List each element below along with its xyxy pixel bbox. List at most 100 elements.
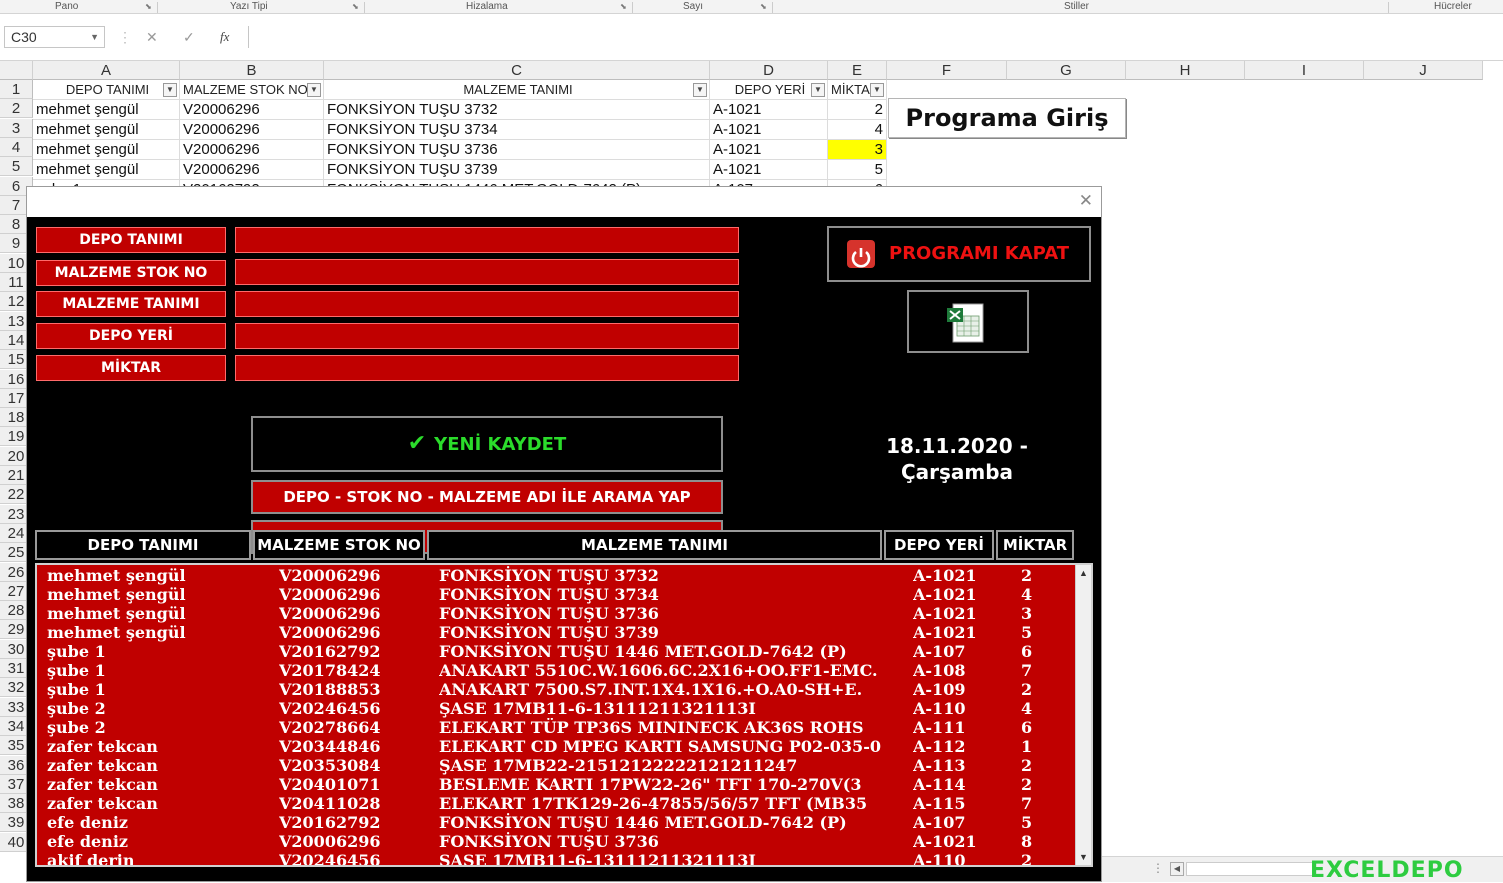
scroll-up-icon[interactable]: ▲ <box>1076 565 1091 581</box>
list-item[interactable]: zafer tekcan V20344846 ELEKART CD MPEG KAR… <box>37 737 1077 756</box>
grid-cell[interactable]: FONKSİYON TUŞU 3732 <box>324 100 710 120</box>
filter-dropdown-icon[interactable]: ▼ <box>163 83 177 97</box>
more-options-icon[interactable]: ⋮ <box>1152 861 1164 875</box>
list-item-cell: 4 <box>1021 585 1033 604</box>
dialog-launcher-icon[interactable]: ⬊ <box>352 2 359 11</box>
dialog-launcher-icon[interactable]: ⬊ <box>760 2 767 11</box>
header-cell-miktar[interactable]: MİKTAR ▼ <box>828 80 887 100</box>
list-item-cell: V20162792 <box>279 813 381 832</box>
list-item[interactable]: şube 1 V20178424 ANAKART 5510C.W.1606.6C.2… <box>37 661 1077 680</box>
column-header-e[interactable]: E <box>828 61 887 80</box>
textbox-depo-yeri[interactable] <box>235 323 739 349</box>
list-item[interactable]: mehmet şengül V20006296 FONKSİYON TUŞU 373… <box>37 623 1077 642</box>
header-cell-tanim[interactable]: MALZEME TANIMI ▼ <box>324 80 710 100</box>
listbox-scrollbar[interactable]: ▲ ▼ <box>1075 565 1091 865</box>
grid-cell[interactable]: V20006296 <box>180 160 324 180</box>
search-button[interactable]: DEPO - STOK NO - MALZEME ADI İLE ARAMA Y… <box>251 480 723 514</box>
row-header[interactable]: 1 <box>0 80 33 99</box>
filter-dropdown-icon[interactable]: ▼ <box>811 83 825 97</box>
scroll-left-icon[interactable]: ◀ <box>1170 862 1184 876</box>
chevron-down-icon[interactable]: ▼ <box>90 27 99 47</box>
grid-cell[interactable]: mehmet şengül <box>33 100 180 120</box>
row-header[interactable]: 4 <box>0 137 33 157</box>
list-item[interactable]: zafer tekcan V20353084 ŞASE 17MB22-2151212… <box>37 756 1077 775</box>
ribbon-separator <box>157 2 158 13</box>
column-header-c[interactable]: C <box>324 61 710 80</box>
list-item-cell: 5 <box>1021 623 1033 642</box>
grid-cell[interactable]: A-1021 <box>710 140 828 160</box>
row-header[interactable]: 5 <box>0 157 33 177</box>
header-cell-depo[interactable]: DEPO TANIMI ▼ <box>33 80 180 100</box>
grid-cell[interactable]: FONKSİYON TUŞU 3739 <box>324 160 710 180</box>
grid-cell[interactable]: A-1021 <box>710 100 828 120</box>
enter-icon[interactable]: ✓ <box>183 26 195 48</box>
close-icon[interactable]: ✕ <box>1079 191 1093 211</box>
grid-cell[interactable]: FONKSİYON TUŞU 3734 <box>324 120 710 140</box>
column-header-d[interactable]: D <box>710 61 828 80</box>
list-item[interactable]: efe deniz V20162792 FONKSİYON TUŞU 1446 ME… <box>37 813 1077 832</box>
list-item-cell: ANAKART 5510C.W.1606.6C.2X16+OO.FF1-EMC. <box>439 661 878 680</box>
scroll-thumb[interactable] <box>1186 862 1316 876</box>
column-header-a[interactable]: A <box>33 61 180 80</box>
grid-cell[interactable]: V20006296 <box>180 140 324 160</box>
grid-cell[interactable]: 2 <box>828 100 887 120</box>
list-item[interactable]: mehmet şengül V20006296 FONKSİYON TUŞU 373… <box>37 566 1077 585</box>
list-item[interactable]: mehmet şengül V20006296 FONKSİYON TUŞU 373… <box>37 604 1077 623</box>
column-header-g[interactable]: G <box>1007 61 1126 80</box>
list-item-cell: zafer tekcan <box>47 775 158 794</box>
grid-cell[interactable]: 5 <box>828 160 887 180</box>
textbox-malzeme-tanimi[interactable] <box>235 291 739 317</box>
filter-dropdown-icon[interactable]: ▼ <box>307 83 321 97</box>
dialog-launcher-icon[interactable]: ⬊ <box>145 2 152 11</box>
row-header[interactable]: 2 <box>0 99 33 119</box>
row-header[interactable]: 3 <box>0 118 33 138</box>
header-cell-stok[interactable]: MALZEME STOK NO ▼ <box>180 80 324 100</box>
list-item[interactable]: zafer tekcan V20401071 BESLEME KARTI 17PW2… <box>37 775 1077 794</box>
grid-cell[interactable]: V20006296 <box>180 120 324 140</box>
list-item[interactable]: efe deniz V20006296 FONKSİYON TUŞU 3736 A-1… <box>37 832 1077 851</box>
grid-cell[interactable]: A-1021 <box>710 120 828 140</box>
list-item-cell: 5 <box>1021 813 1033 832</box>
list-item[interactable]: şube 1 V20188853 ANAKART 7500.S7.INT.1X4.1… <box>37 680 1077 699</box>
list-item[interactable]: akif derin V20246456 ŞASE 17MB11-6-1311121… <box>37 851 1077 865</box>
excel-export-button[interactable] <box>907 290 1029 353</box>
column-header-b[interactable]: B <box>180 61 324 80</box>
select-all-corner[interactable] <box>0 61 33 80</box>
list-item[interactable]: şube 1 V20162792 FONKSİYON TUŞU 1446 MET.G… <box>37 642 1077 661</box>
name-box[interactable]: C30 ▼ <box>4 26 105 48</box>
cancel-icon[interactable]: ✕ <box>146 26 158 48</box>
list-item-cell: V20278664 <box>279 718 381 737</box>
grid-cell[interactable]: mehmet şengül <box>33 120 180 140</box>
textbox-malzeme-stok-no[interactable] <box>235 259 739 285</box>
filter-dropdown-icon[interactable]: ▼ <box>693 83 707 97</box>
list-item[interactable]: şube 2 V20246456 ŞASE 17MB11-6-13111211321… <box>37 699 1077 718</box>
column-header-i[interactable]: I <box>1245 61 1364 80</box>
records-listbox[interactable]: mehmet şengül V20006296 FONKSİYON TUŞU 373… <box>35 563 1093 867</box>
list-item-cell: şube 1 <box>47 642 106 661</box>
textbox-miktar[interactable] <box>235 355 739 381</box>
close-program-button[interactable]: PROGRAMI KAPAT <box>827 226 1091 282</box>
grid-cell[interactable]: 4 <box>828 120 887 140</box>
more-options-icon[interactable]: ⋮ <box>118 26 132 48</box>
list-item[interactable]: şube 2 V20278664 ELEKART TÜP TP36S MININEC… <box>37 718 1077 737</box>
save-new-button[interactable]: ✔ YENİ KAYDET <box>251 416 723 472</box>
grid-cell[interactable]: V20006296 <box>180 100 324 120</box>
grid-cell[interactable]: A-1021 <box>710 160 828 180</box>
column-header-f[interactable]: F <box>887 61 1007 80</box>
grid-cell[interactable]: 3 <box>828 140 887 160</box>
list-item[interactable]: mehmet şengül V20006296 FONKSİYON TUŞU 373… <box>37 585 1077 604</box>
filter-dropdown-icon[interactable]: ▼ <box>870 83 884 97</box>
dialog-launcher-icon[interactable]: ⬊ <box>620 2 627 11</box>
column-header-j[interactable]: J <box>1364 61 1483 80</box>
textbox-depo-tanimi[interactable] <box>235 227 739 253</box>
program-entry-button[interactable]: Programa Giriş <box>888 98 1126 138</box>
grid-cell[interactable]: FONKSİYON TUŞU 3736 <box>324 140 710 160</box>
list-item[interactable]: zafer tekcan V20411028 ELEKART 17TK129-26-… <box>37 794 1077 813</box>
grid-cell[interactable]: mehmet şengül <box>33 140 180 160</box>
grid-cell[interactable]: mehmet şengül <box>33 160 180 180</box>
column-header-h[interactable]: H <box>1126 61 1245 80</box>
scroll-down-icon[interactable]: ▼ <box>1076 849 1091 865</box>
formula-input[interactable] <box>248 26 1503 48</box>
header-cell-yer[interactable]: DEPO YERİ ▼ <box>710 80 828 100</box>
fx-icon[interactable]: fx <box>220 26 229 48</box>
